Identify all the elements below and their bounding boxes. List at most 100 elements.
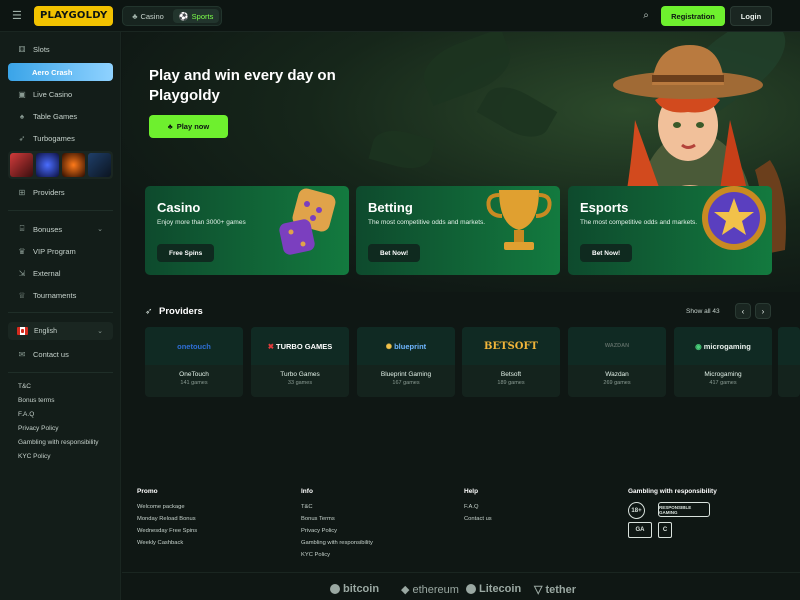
footer-link[interactable]: Gambling with responsibility [301, 540, 373, 546]
bet-now-button[interactable]: Bet Now! [368, 244, 421, 262]
provider-game-count: 141 games [180, 380, 208, 386]
language-select[interactable]: English ⌄ [8, 322, 113, 340]
menu-toggle-icon[interactable]: ☰ [12, 10, 26, 22]
sidebar-item-aero-crash[interactable]: Aero Crash [8, 63, 113, 81]
provider-card-blueprint-gaming[interactable]: ✺ blueprint Blueprint Gaming 167 games [357, 327, 455, 397]
providers-title: Providers [159, 306, 203, 317]
tab-sports[interactable]: ⚽ Sports [173, 9, 219, 23]
card-subtitle: The most competitive odds and markets. [580, 219, 698, 226]
sidebar-link-gambling-responsibility[interactable]: Gambling with responsibility [18, 439, 99, 446]
footer-link[interactable]: Contact us [464, 516, 492, 522]
card-title: Esports [580, 200, 629, 215]
sidebar-link-bonus-terms[interactable]: Bonus terms [18, 397, 55, 404]
sidebar-item-label: External [33, 268, 61, 278]
sidebar-item-label: Slots [33, 44, 50, 54]
footer-link[interactable]: Monday Reload Bonus [137, 516, 197, 522]
provider-game-count: 269 games [603, 380, 631, 386]
provider-card-microgaming[interactable]: ◉ microgaming Microgaming 417 games [674, 327, 772, 397]
card-subtitle: The most competitive odds and markets. [368, 219, 486, 226]
sidebar-item-label: VIP Program [33, 246, 76, 256]
sidebar-item-providers[interactable]: ⊞ Providers [8, 183, 113, 201]
sidebar-item-label: Bonuses [33, 224, 63, 234]
sidebar-item-contact-us[interactable]: ✉ Contact us [8, 345, 113, 363]
bitcoin-icon [330, 584, 340, 594]
sidebar-link-tc[interactable]: T&C [18, 383, 31, 390]
trophy-icon: ♕ [18, 290, 26, 300]
providers-next-button[interactable]: › [755, 303, 771, 319]
category-card-betting[interactable]: Betting The most competitive odds and ma… [356, 186, 560, 275]
game-thumbnail[interactable] [10, 153, 33, 177]
rocket-icon: ➶ [145, 306, 153, 316]
footer-link[interactable]: F.A.Q [464, 504, 492, 510]
provider-name: Wazdan [605, 371, 629, 378]
provider-logo: WAZDAN [568, 327, 666, 365]
provider-card-onetouch[interactable]: onetouch OneTouch 141 games [145, 327, 243, 397]
sidebar-item-live-casino[interactable]: ▣ Live Casino [8, 85, 113, 103]
footer-link[interactable]: Weekly Cashback [137, 540, 197, 546]
game-thumbnail[interactable] [62, 153, 85, 177]
football-icon: ⚽ [178, 11, 189, 21]
category-card-casino[interactable]: Casino Enjoy more than 3000+ games Free … [145, 186, 349, 275]
sidebar-item-label: Tournaments [33, 290, 77, 300]
crown-icon: ♛ [18, 246, 26, 256]
crypto-label: tether [545, 583, 577, 596]
provider-logo: onetouch [145, 327, 243, 365]
mode-switch: ♣ Casino ⚽ Sports [122, 6, 222, 26]
provider-card-betsoft[interactable]: BETSOFT Betsoft 189 games [462, 327, 560, 397]
sidebar-item-external[interactable]: ⇲ External [8, 264, 113, 282]
gift-icon: ⌸ [19, 224, 25, 233]
rocket-icon: ➶ [18, 133, 26, 143]
footer-heading: Help [464, 488, 479, 495]
category-card-esports[interactable]: Esports The most competitive odds and ma… [568, 186, 772, 275]
language-label: English [34, 327, 57, 335]
provider-game-count: 167 games [392, 380, 420, 386]
footer-link[interactable]: Privacy Policy [301, 528, 373, 534]
site-logo[interactable]: PLAYGOLDY [34, 6, 114, 26]
sidebar-divider [8, 372, 113, 373]
sidebar-item-table-games[interactable]: ♠ Table Games [8, 107, 113, 125]
login-button[interactable]: Login [730, 6, 772, 26]
tab-casino[interactable]: ♣ Casino [125, 9, 171, 23]
chevron-down-icon: ⌄ [97, 328, 103, 335]
provider-logo-text: WAZDAN [604, 343, 630, 349]
game-thumbnail[interactable] [88, 153, 111, 177]
registration-button[interactable]: Registration [661, 6, 725, 26]
turbo-x-icon: ✖ [267, 341, 275, 351]
footer-link[interactable]: Bonus Terms [301, 516, 373, 522]
sidebar-item-bonuses[interactable]: ⌸ Bonuses ⌄ [8, 220, 113, 238]
sidebar-link-kyc-policy[interactable]: KYC Policy [18, 453, 51, 460]
search-icon[interactable]: ⌕ [639, 9, 653, 23]
provider-card-wazdan[interactable]: WAZDAN Wazdan 269 games [568, 327, 666, 397]
jungle-leaf [368, 124, 436, 175]
provider-game-count: 189 games [497, 380, 525, 386]
sidebar-item-vip-program[interactable]: ♛ VIP Program [8, 242, 113, 260]
free-spins-button[interactable]: Free Spins [157, 244, 215, 262]
show-all-providers-link[interactable]: Show all 43 [686, 308, 720, 315]
provider-card-turbo-games[interactable]: ✖ TURBO GAMES Turbo Games 33 games [251, 327, 349, 397]
footer-link[interactable]: T&C [301, 504, 373, 510]
providers-prev-button[interactable]: ‹ [735, 303, 751, 319]
footer-info-column: Info T&C Bonus Terms Privacy Policy Gamb… [301, 488, 373, 564]
provider-name: OneTouch [179, 371, 209, 378]
play-now-button[interactable]: ♣ Play now [149, 115, 228, 138]
game-thumbnail[interactable] [36, 153, 59, 177]
footer-link[interactable]: Welcome package [137, 504, 197, 510]
footer-link[interactable]: Wednesday Free Spins [137, 528, 197, 534]
provider-logo-text: TURBO GAMES [276, 341, 333, 351]
sidebar-item-tournaments[interactable]: ♕ Tournaments [8, 286, 113, 304]
slot-machine-icon: ⚅ [18, 44, 26, 54]
sidebar-divider [8, 210, 113, 211]
sidebar-item-label: Table Games [33, 111, 78, 121]
gambling-anonymous-badge: GA [628, 522, 652, 538]
external-icon: ⇲ [18, 268, 26, 278]
sidebar-link-privacy-policy[interactable]: Privacy Policy [18, 425, 58, 432]
crypto-label: ethereum [412, 583, 459, 596]
sidebar-link-faq[interactable]: F.A.Q [18, 411, 34, 418]
footer-link[interactable]: KYC Policy [301, 552, 373, 558]
chevron-right-icon: › [761, 306, 765, 316]
sidebar-item-turbogames[interactable]: ➶ Turbogames [8, 129, 113, 147]
sidebar: ⚅ Slots Aero Crash ▣ Live Casino ♠ Table… [0, 32, 121, 600]
provider-card-partial[interactable] [778, 327, 800, 397]
sidebar-item-slots[interactable]: ⚅ Slots [8, 40, 113, 58]
bet-now-button[interactable]: Bet Now! [580, 244, 633, 262]
